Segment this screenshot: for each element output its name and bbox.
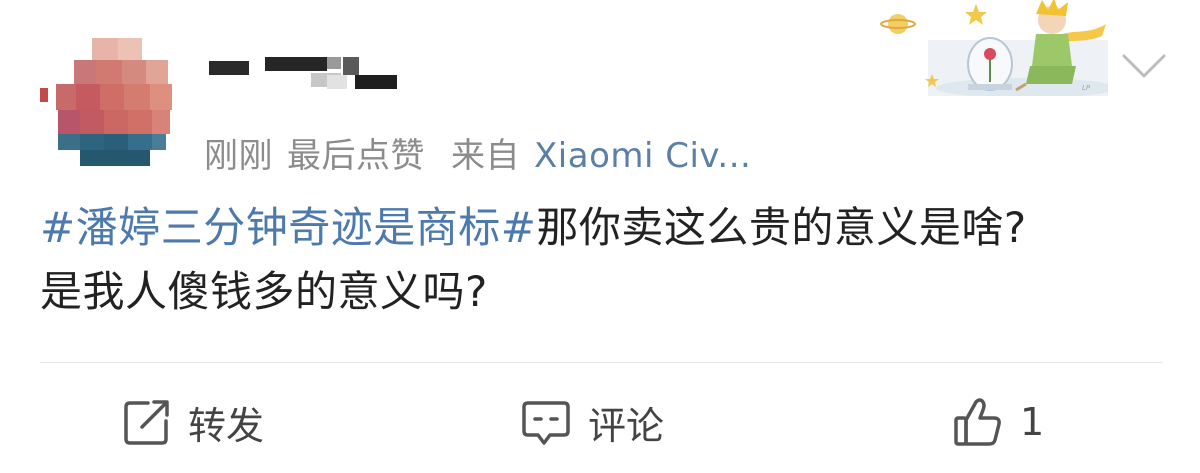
comment-bubble-icon [522, 401, 570, 445]
post-content: #潘婷三分钟奇迹是商标#那你卖这么贵的意义是啥? 是我人傻钱多的意义吗? [40, 196, 1160, 324]
post-meta: 刚刚 最后点赞 来自 Xiaomi Civ... [204, 128, 751, 177]
topic-link[interactable]: #潘婷三分钟奇迹是商标# [40, 203, 536, 252]
edit-share-icon [124, 400, 169, 445]
comment-button[interactable]: 评论 [520, 392, 664, 452]
like-button[interactable]: 1 [952, 392, 1044, 452]
post-text-line2: 是我人傻钱多的意义吗? [40, 267, 488, 316]
avatar[interactable] [40, 38, 190, 168]
post-time: 刚刚 [204, 136, 273, 176]
username-redacted[interactable] [205, 55, 405, 95]
repost-label: 转发 [188, 403, 265, 448]
divider [40, 362, 1162, 363]
post-text-line1: 那你卖这么贵的意义是啥? [536, 203, 1027, 252]
repost-button[interactable]: 转发 [122, 392, 264, 452]
weibo-post-card: 刚刚 最后点赞 来自 Xiaomi Civ... LP #潘婷三分钟奇迹是商标#那你卖… [0, 0, 1200, 473]
little-prince-decoration: LP [880, 0, 1108, 96]
svg-text:LP: LP [1082, 84, 1091, 92]
source-link[interactable]: Xiaomi Civ... [534, 136, 751, 176]
like-count: 1 [1020, 400, 1045, 444]
like-status: 最后点赞 [287, 136, 425, 176]
chevron-down-icon[interactable] [1120, 50, 1168, 82]
source-prefix: 来自 [451, 136, 520, 176]
comment-label: 评论 [588, 403, 665, 448]
thumbs-up-icon [954, 398, 1001, 446]
